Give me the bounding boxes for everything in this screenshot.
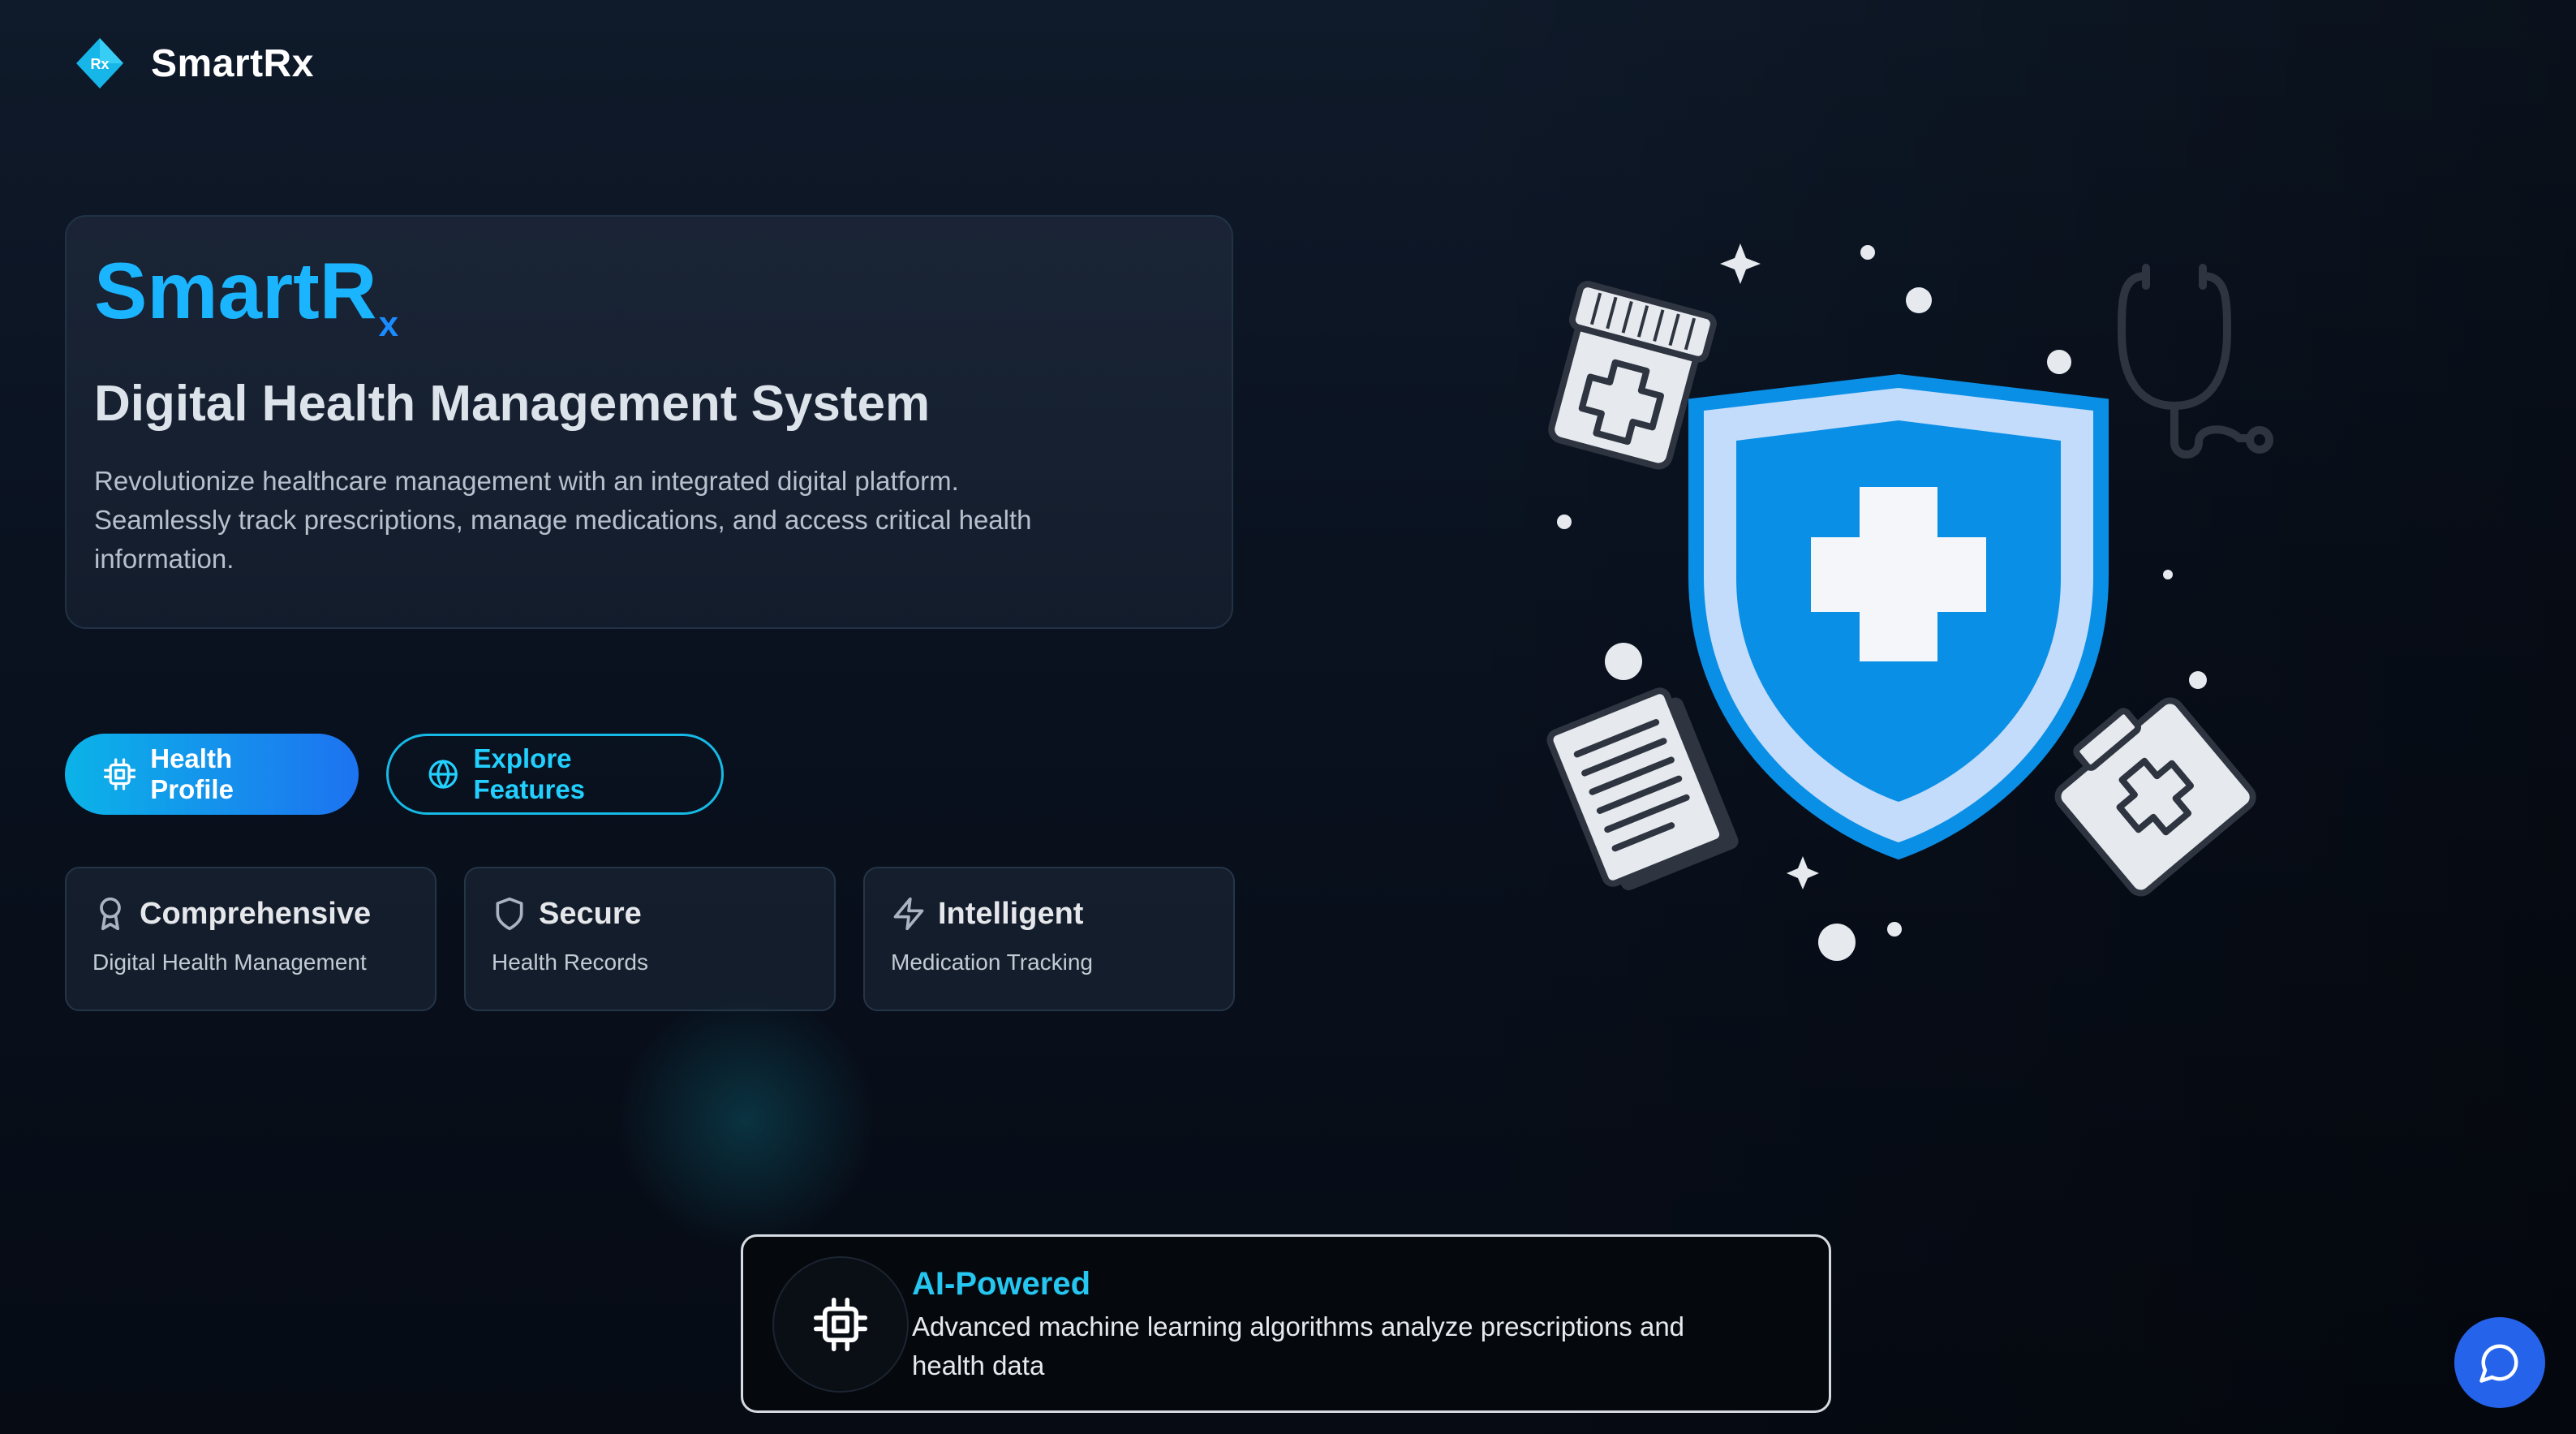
- feature-card-comprehensive: Comprehensive Digital Health Management: [65, 867, 437, 1011]
- feature-card-secure: Secure Health Records: [464, 867, 836, 1011]
- brand-name[interactable]: SmartRx: [151, 41, 314, 86]
- ai-text: AI-Powered Advanced machine learning alg…: [912, 1256, 1756, 1385]
- header: Rx SmartRx: [73, 37, 314, 90]
- message-circle-icon: [2479, 1344, 2518, 1383]
- health-profile-label: Health Profile: [150, 743, 234, 804]
- feature-cards: Comprehensive Digital Health Management …: [65, 867, 1235, 1011]
- feature-subtitle: Digital Health Management: [92, 950, 367, 975]
- stethoscope-illustration: [2117, 264, 2273, 459]
- chip-icon: [104, 758, 136, 790]
- feature-title: Comprehensive: [140, 896, 372, 931]
- feature-subtitle: Medication Tracking: [891, 950, 1094, 975]
- feature-card-intelligent: Intelligent Medication Tracking: [863, 867, 1235, 1011]
- hero-title-main: SmartR: [94, 246, 377, 335]
- feature-title: Intelligent: [938, 896, 1084, 931]
- health-shield-illustration: [1546, 243, 2273, 961]
- feature-subtitle: Health Records: [492, 950, 648, 975]
- ai-description: Advanced machine learning algorithms ana…: [912, 1311, 1685, 1380]
- logo-text: Rx: [90, 56, 109, 72]
- hero-description: Revolutionize healthcare management with…: [94, 466, 1032, 574]
- shield-icon: [496, 897, 523, 931]
- ai-title: AI-Powered: [912, 1266, 1091, 1302]
- health-profile-button[interactable]: Health Profile: [65, 734, 359, 815]
- hero-actions: Health Profile Explore Features: [65, 734, 724, 815]
- explore-features-button[interactable]: Explore Features: [386, 734, 724, 815]
- hero-title: SmartRx: [94, 251, 1204, 342]
- hero-card: SmartRx Digital Health Management System…: [65, 215, 1233, 629]
- documents-illustration: [1546, 687, 1739, 891]
- hero-subtitle: Digital Health Management System: [94, 376, 931, 432]
- ai-powered-card: AI-Powered Advanced machine learning alg…: [741, 1234, 1831, 1413]
- award-icon: [100, 897, 121, 931]
- shield-cross-illustration: [1688, 373, 2109, 860]
- background-glow: [617, 990, 876, 1250]
- globe-icon: [428, 760, 458, 789]
- cpu-icon: [814, 1298, 867, 1351]
- chat-button[interactable]: [2454, 1317, 2545, 1408]
- rx-diamond-logo-icon[interactable]: Rx: [73, 37, 127, 90]
- feature-title: Secure: [539, 896, 642, 931]
- explore-features-label: Explore Features: [473, 743, 586, 804]
- ai-icon-badge: [772, 1256, 909, 1393]
- hero-title-subscript: x: [378, 304, 399, 344]
- zap-icon: [893, 897, 924, 931]
